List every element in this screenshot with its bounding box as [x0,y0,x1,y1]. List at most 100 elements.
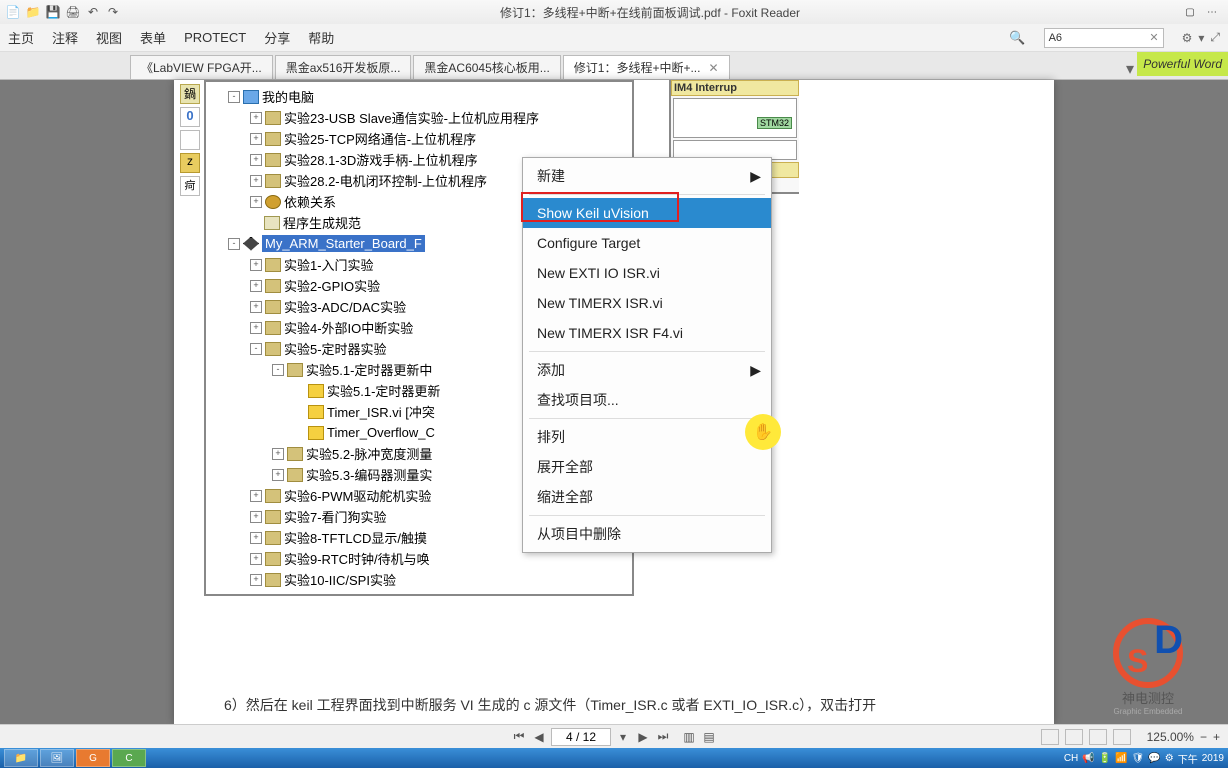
expander-icon[interactable]: + [250,490,262,502]
page-dropdown-icon[interactable]: ▾ [615,729,631,745]
expander-icon[interactable]: + [250,112,262,124]
view-contfacing-icon[interactable] [1113,729,1131,745]
expander-icon[interactable]: + [250,574,262,586]
menu-annot[interactable]: 注释 [52,28,78,47]
expander-icon[interactable]: - [228,91,240,103]
menu-item[interactable]: 排列▶ [523,422,771,452]
taskbar-item[interactable]: 📁 [4,749,38,767]
tab-labview[interactable]: 《LabVIEW FPGA开... [130,55,273,79]
expander-icon[interactable]: + [250,280,262,292]
menu-item[interactable]: Configure Target [523,228,771,258]
menu-protect[interactable]: PROTECT [184,30,246,45]
ime-indicator[interactable]: CH [1064,753,1078,764]
tab-ac6045[interactable]: 黑金AC6045核心板用... [413,55,560,79]
expander-icon[interactable]: + [272,469,284,481]
tray-icon[interactable]: 💬 [1148,753,1160,764]
tree-label: 我的电脑 [262,87,314,106]
menu-item[interactable]: 缩进全部 [523,482,771,512]
menu-home[interactable]: 主页 [8,28,34,47]
tree-label: 实验7-看门狗实验 [284,507,387,526]
expander-icon[interactable]: + [250,133,262,145]
tray-icon[interactable]: ⚙ [1165,753,1174,764]
vi-icon [308,426,324,440]
expand-icon[interactable]: ⤢ [1210,30,1220,45]
new-icon[interactable]: 📄 [6,5,20,19]
menu-bar: 主页 注释 视图 表单 PROTECT 分享 帮助 🔍 A6 ✕ ⚙ ▾ ⤢ [0,24,1228,52]
tab-ax516[interactable]: 黑金ax516开发板原... [275,55,412,79]
tree-label: 实验3-ADC/DAC实验 [284,297,406,316]
menu-item[interactable]: 查找项目项... [523,385,771,415]
tree-row[interactable]: - 我的电脑 [206,86,632,107]
zoom-in-icon[interactable]: + [1213,730,1220,744]
expander-icon[interactable]: + [272,448,284,460]
view-cont-icon[interactable] [1065,729,1083,745]
expander-icon[interactable]: - [228,238,240,250]
tree-row[interactable]: +实验25-TCP网络通信-上位机程序 [206,128,632,149]
submenu-arrow-icon: ▶ [750,168,761,185]
menu-item[interactable]: Show Keil uVision [523,198,771,228]
menu-item[interactable]: New TIMERX ISR F4.vi [523,318,771,348]
expander-icon[interactable]: + [250,196,262,208]
tab-dropdown-icon[interactable]: ▾ [1126,59,1134,79]
expander-icon[interactable]: + [250,259,262,271]
expander-icon[interactable]: + [250,322,262,334]
menu-item[interactable]: New TIMERX ISR.vi [523,288,771,318]
next-page-icon[interactable]: ▶ [635,729,651,745]
undo-icon[interactable]: ↶ [86,5,100,19]
expander-icon[interactable]: + [250,154,262,166]
powerful-word-badge[interactable]: Powerful Word [1137,52,1228,76]
tree-row[interactable]: +实验10-IIC/SPI实验 [206,569,632,590]
view-single-icon[interactable] [1041,729,1059,745]
search-input[interactable]: A6 ✕ [1044,28,1164,48]
prev-page-icon[interactable]: ◀ [531,729,547,745]
menu-help[interactable]: 帮助 [308,28,334,47]
save-icon[interactable]: 💾 [46,5,60,19]
minimize-icon[interactable]: ▢ [1180,5,1200,19]
menu-item[interactable]: 添加▶ [523,355,771,385]
menu-item[interactable]: 展开全部 [523,452,771,482]
tab-current[interactable]: 修订1：多线程+中断+...✕ [563,55,730,79]
tray-icon[interactable]: 📢 [1082,753,1094,764]
expander-icon[interactable]: + [250,511,262,523]
tree-label: 实验28.1-3D游戏手柄-上位机程序 [284,150,478,169]
open-icon[interactable]: 📁 [26,5,40,19]
print-icon[interactable]: 🖨 [66,5,80,19]
expander-icon[interactable]: + [250,532,262,544]
expander-icon[interactable]: + [250,553,262,565]
expander-icon[interactable]: - [250,343,262,355]
close-icon[interactable]: ✕ [708,61,718,75]
chevron-down-icon[interactable]: ▾ [1198,31,1204,45]
menu-item[interactable]: 新建▶ [523,161,771,191]
menu-item[interactable]: 从项目中删除 [523,519,771,549]
first-page-icon[interactable]: ⏮ [511,729,527,745]
menu-view[interactable]: 视图 [96,28,122,47]
zoom-out-icon[interactable]: − [1200,730,1207,744]
taskbar-item[interactable]: C [112,749,146,767]
gear-icon [265,195,281,209]
taskbar-item[interactable]: G [76,749,110,767]
tray-icon[interactable]: 📶 [1115,753,1127,764]
context-menu[interactable]: 新建▶Show Keil uVisionConfigure TargetNew … [522,157,772,553]
thumb-marker: 疴 [180,176,200,196]
tree-label: 程序生成规范 [283,213,361,232]
taskbar-item[interactable]: 🖼 [40,749,74,767]
last-page-icon[interactable]: ⏭ [655,729,671,745]
tray-icon[interactable]: 🛡 [1132,753,1145,764]
page-input[interactable] [551,728,611,746]
nav-btn[interactable]: ▥ [681,729,697,745]
menu-item[interactable]: New EXTI IO ISR.vi [523,258,771,288]
tray-icon[interactable]: 🔋 [1099,753,1111,764]
clear-icon[interactable]: ✕ [1149,31,1158,44]
expander-icon[interactable]: + [250,301,262,313]
nav-btn[interactable]: ▤ [701,729,717,745]
tree-row[interactable]: +实验23-USB Slave通信实验-上位机应用程序 [206,107,632,128]
menu-form[interactable]: 表单 [140,28,166,47]
menu-share[interactable]: 分享 [264,28,290,47]
expander-icon[interactable]: + [250,175,262,187]
redo-icon[interactable]: ↷ [106,5,120,19]
expander-icon[interactable]: - [272,364,284,376]
gear-icon[interactable]: ⚙ [1182,31,1193,45]
search-icon[interactable]: 🔍 [1009,30,1025,46]
help-icon[interactable]: ⋯ [1202,5,1222,19]
view-facing-icon[interactable] [1089,729,1107,745]
